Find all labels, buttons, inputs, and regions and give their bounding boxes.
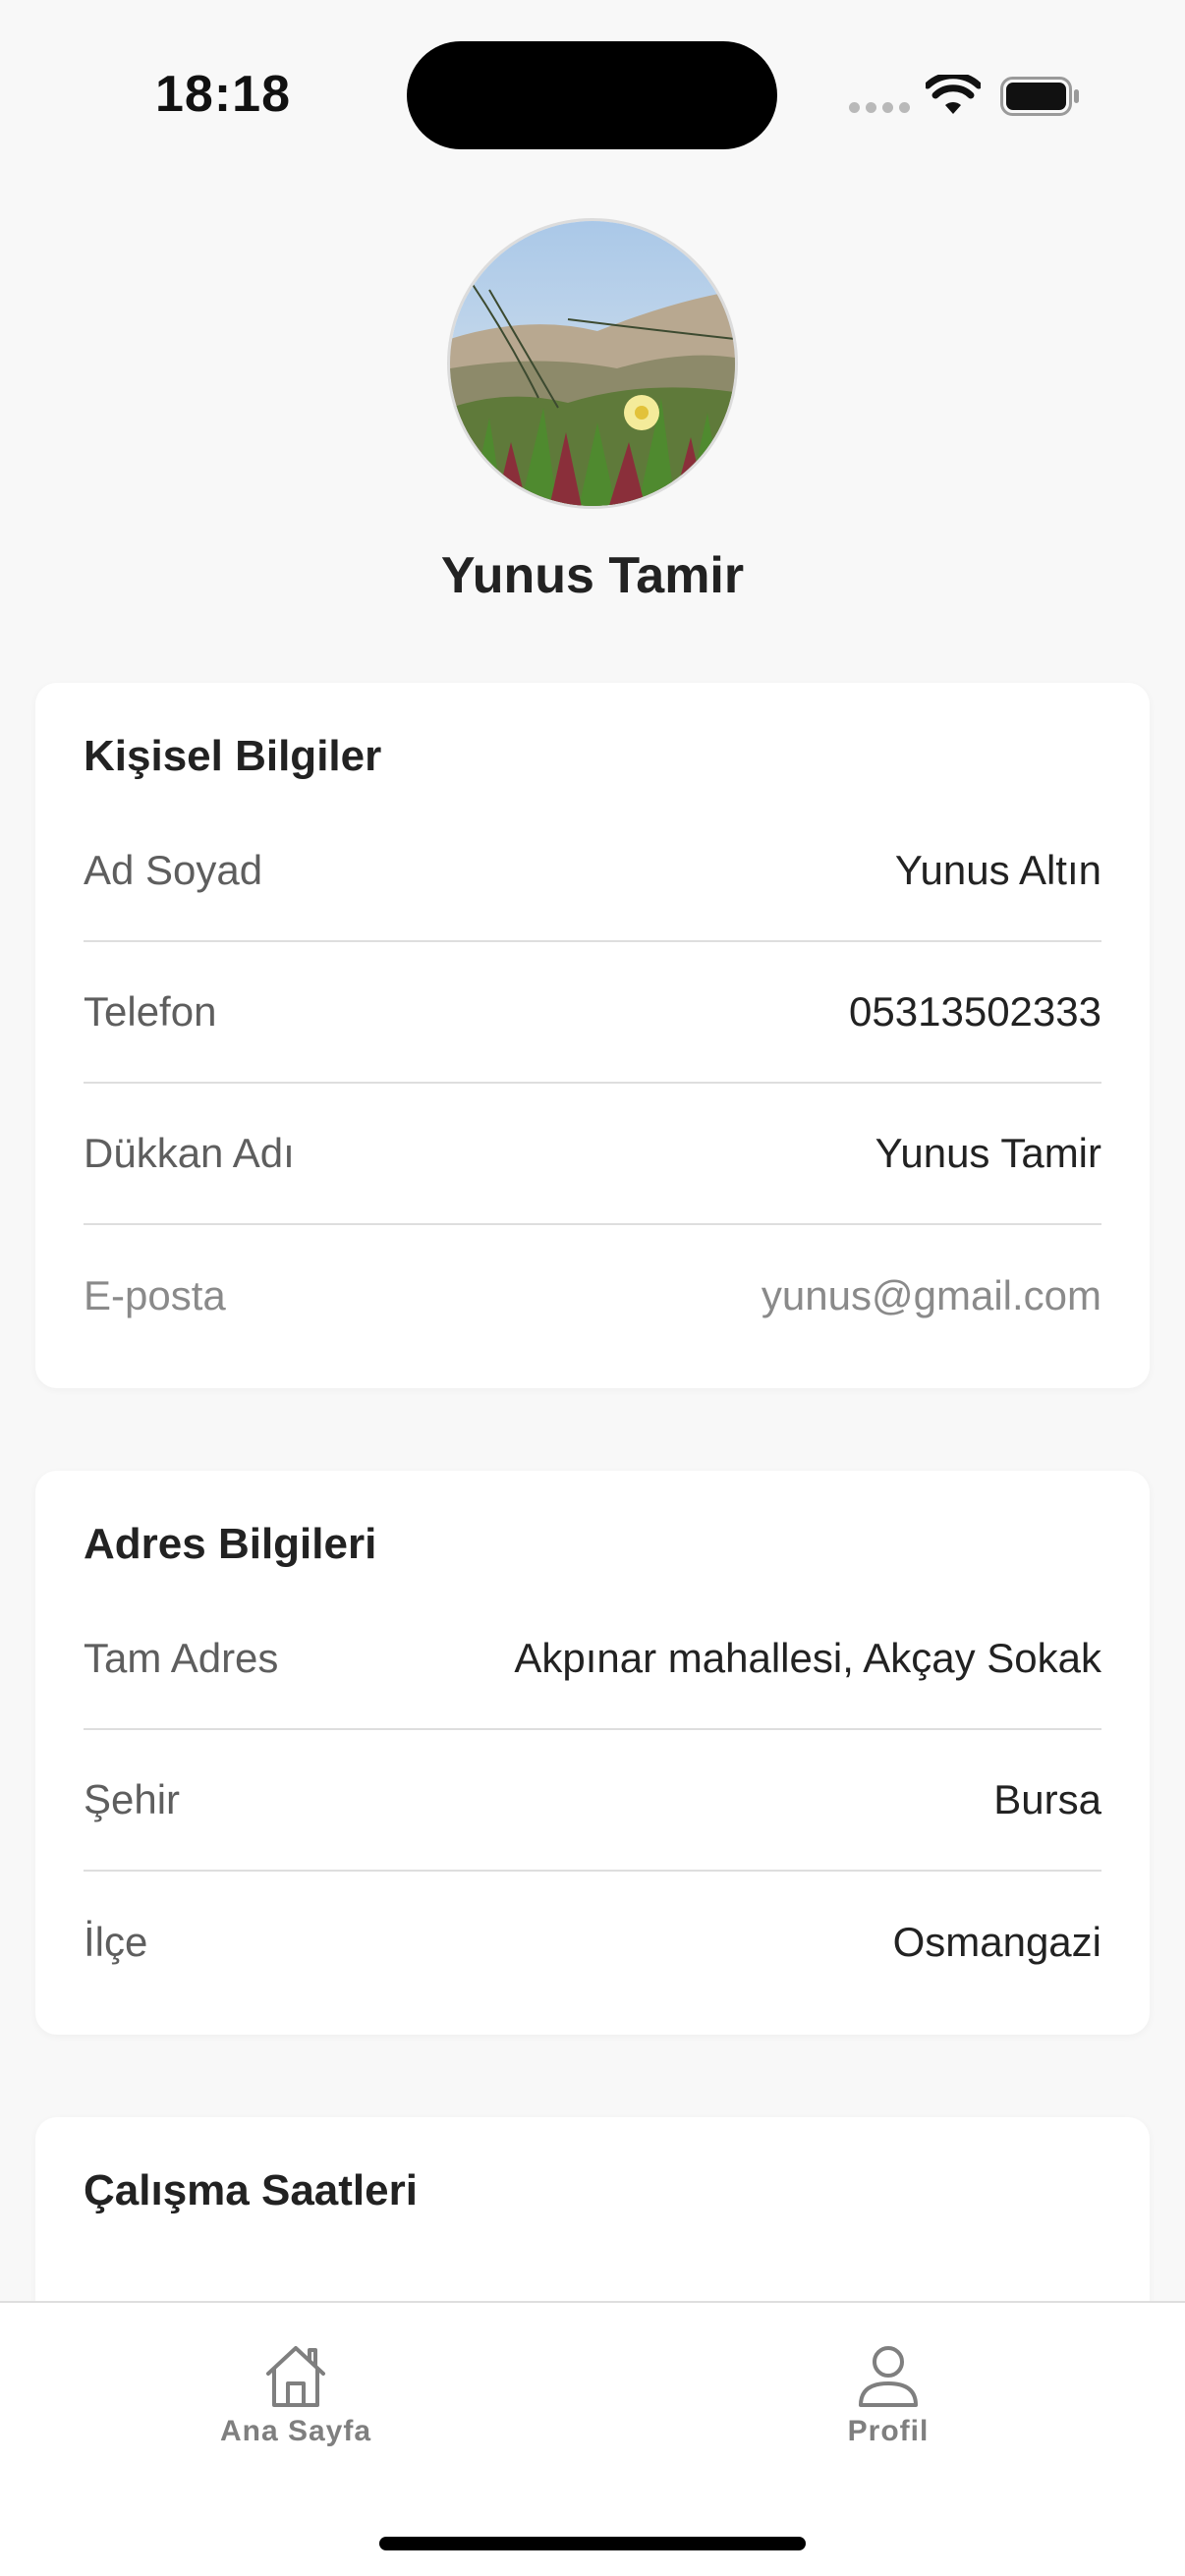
info-row-full-name: Ad Soyad Yunus Altın xyxy=(84,801,1101,942)
person-icon xyxy=(859,2346,918,2407)
profile-name: Yunus Tamir xyxy=(440,547,745,604)
info-row-shop-name: Dükkan Adı Yunus Tamir xyxy=(84,1084,1101,1225)
tab-profile-label: Profil xyxy=(847,2415,930,2447)
info-row-district: İlçe Osmangazi xyxy=(84,1872,1101,2013)
info-row-phone: Telefon 05313502333 xyxy=(84,942,1101,1084)
address-info-title: Adres Bilgileri xyxy=(84,1520,377,1568)
profile-avatar[interactable] xyxy=(447,218,738,509)
info-row-email: E-posta yunus@gmail.com xyxy=(84,1225,1101,1367)
cellular-signal-icon xyxy=(849,102,910,113)
personal-info-title: Kişisel Bilgiler xyxy=(84,732,382,780)
working-hours-title: Çalışma Saatleri xyxy=(84,2166,418,2214)
row-value: 05313502333 xyxy=(849,988,1101,1035)
tab-bar: Ana Sayfa Profil xyxy=(0,2301,1185,2576)
tab-home-label: Ana Sayfa xyxy=(219,2415,372,2447)
row-label: Tam Adres xyxy=(84,1635,279,1681)
tab-home[interactable]: Ana Sayfa xyxy=(178,2338,414,2448)
row-label: Ad Soyad xyxy=(84,847,263,893)
row-value: Yunus Tamir xyxy=(875,1130,1101,1176)
row-label: Telefon xyxy=(84,988,217,1035)
row-label: İlçe xyxy=(84,1919,148,1965)
tab-profile[interactable]: Profil xyxy=(770,2338,1006,2448)
status-time: 18:18 xyxy=(155,66,291,123)
row-label: Şehir xyxy=(84,1776,181,1822)
row-value: yunus@gmail.com xyxy=(761,1272,1101,1318)
personal-info-card: Kişisel Bilgiler Ad Soyad Yunus Altın Te… xyxy=(35,683,1150,1388)
home-icon xyxy=(266,2346,325,2407)
row-label: E-posta xyxy=(84,1272,226,1318)
status-bar: 18:18 xyxy=(0,0,1185,187)
address-info-card: Adres Bilgileri Tam Adres Akpınar mahall… xyxy=(35,1471,1150,2035)
dynamic-island xyxy=(407,41,777,149)
avatar-photo xyxy=(450,221,735,506)
wifi-icon xyxy=(926,75,981,114)
row-value: Yunus Altın xyxy=(894,847,1101,893)
row-value: Bursa xyxy=(993,1776,1101,1822)
home-indicator xyxy=(379,2537,806,2550)
info-row-full-address: Tam Adres Akpınar mahallesi, Akçay Sokak xyxy=(84,1589,1101,1730)
row-value: Akpınar mahallesi, Akçay Sokak xyxy=(514,1635,1101,1681)
row-label: Dükkan Adı xyxy=(84,1130,295,1176)
battery-icon xyxy=(1000,77,1079,116)
info-row-city: Şehir Bursa xyxy=(84,1730,1101,1872)
row-value: Osmangazi xyxy=(892,1919,1101,1965)
